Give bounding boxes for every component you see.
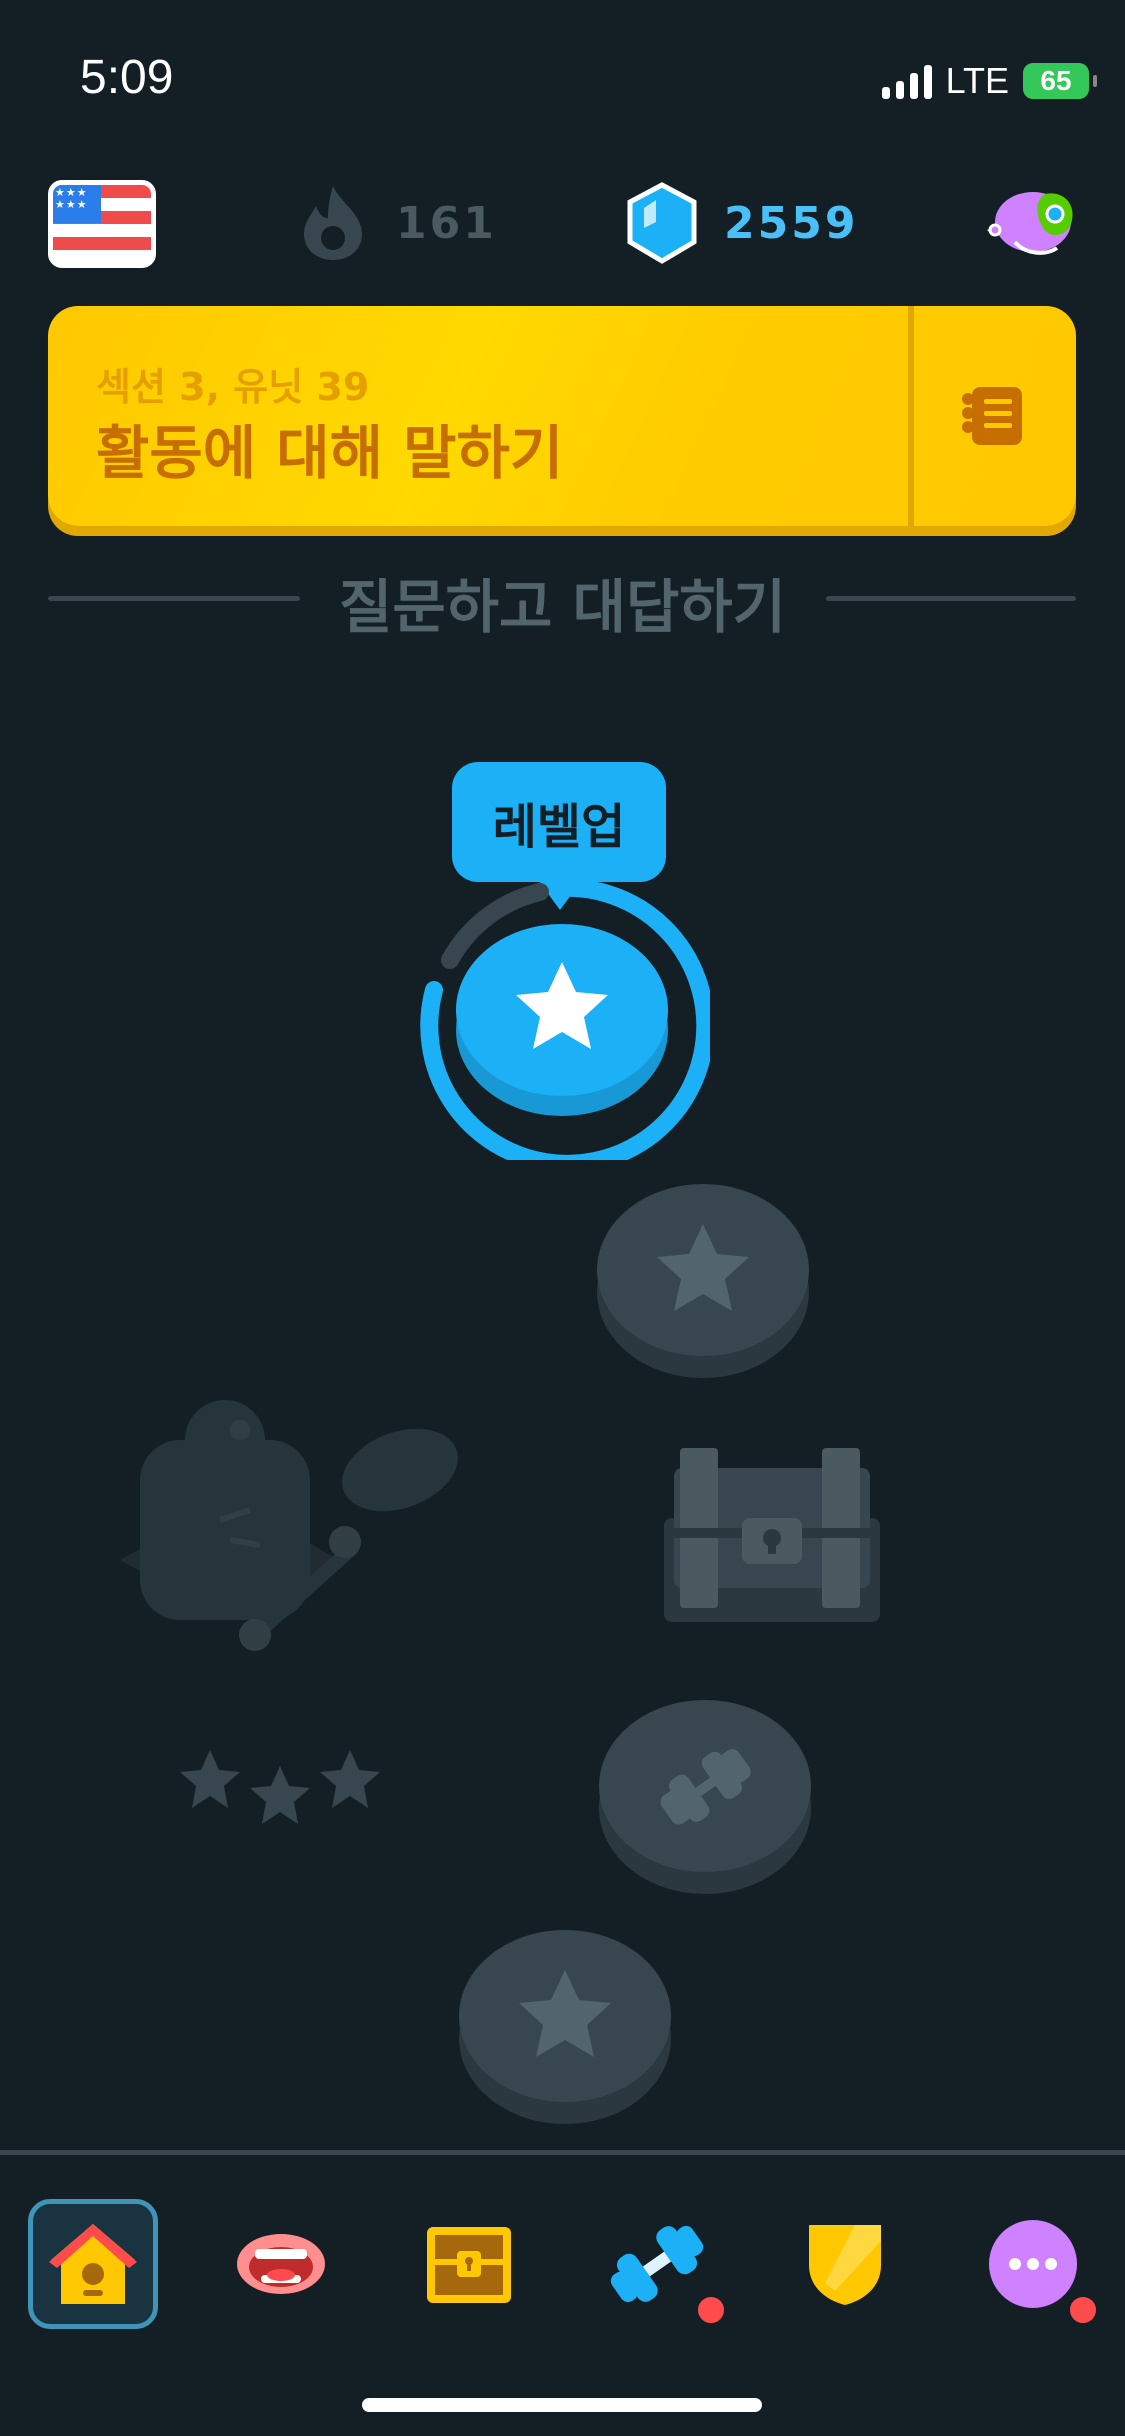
profile-avatar-icon[interactable] (985, 180, 1081, 270)
guidebook-icon (962, 387, 1022, 445)
locked-lesson-node[interactable] (458, 1926, 672, 2126)
practice-notification-dot (694, 2293, 728, 2327)
battery-icon: 65 (1023, 63, 1097, 99)
guidebook-button[interactable] (914, 306, 1076, 526)
home-indicator (362, 2398, 762, 2412)
current-lesson-node[interactable] (410, 880, 710, 1160)
tooltip-label: 레벨업 (492, 799, 626, 855)
unit-banner[interactable]: 섹션 3, 유닛 39 활동에 대해 말하기 (48, 306, 1076, 526)
league-shield-icon (809, 2225, 881, 2305)
status-time: 5:09 (80, 51, 174, 104)
gems-counter[interactable]: 2559 (626, 182, 858, 264)
bottom-nav (0, 2155, 1125, 2395)
character-illustration (120, 1400, 458, 1651)
unit-title: 활동에 대해 말하기 (96, 419, 564, 487)
signal-icon (881, 63, 932, 99)
unit-subtitle: 섹션 3, 유닛 39 (96, 365, 370, 409)
battery-level: 65 (1040, 65, 1072, 96)
more-icon (989, 2220, 1077, 2308)
level-up-tooltip: 레벨업 (452, 762, 666, 910)
nav-home[interactable] (28, 2199, 158, 2329)
speaking-mouth-icon (237, 2234, 325, 2294)
section-title: 질문하고 대답하기 (338, 573, 787, 641)
nav-leagues[interactable] (780, 2199, 910, 2329)
locked-chest-node[interactable] (664, 1448, 884, 1628)
home-icon (49, 2224, 137, 2304)
nav-practice[interactable] (592, 2199, 728, 2329)
flame-icon (304, 186, 362, 260)
nav-speaking[interactable] (216, 2199, 346, 2329)
network-label: LTE (945, 60, 1009, 101)
dumbbell-practice-icon (610, 2225, 704, 2303)
treasure-chest-icon (427, 2227, 511, 2303)
course-flag-icon[interactable]: ★★★ ★★★ (48, 180, 156, 268)
section-divider-right (826, 596, 1076, 601)
nav-chest[interactable] (404, 2199, 534, 2329)
locked-lesson-node[interactable] (596, 1180, 810, 1380)
locked-practice-node[interactable] (598, 1696, 812, 1896)
gem-count: 2559 (724, 197, 859, 249)
gem-icon (627, 182, 697, 264)
character-stars (180, 1750, 380, 1824)
nav-more[interactable] (968, 2199, 1100, 2329)
streak-count: 161 (396, 197, 497, 249)
streak-counter[interactable]: 161 (300, 184, 497, 262)
status-indicators: LTE 65 (881, 60, 1097, 102)
more-notification-dot (1066, 2293, 1100, 2327)
